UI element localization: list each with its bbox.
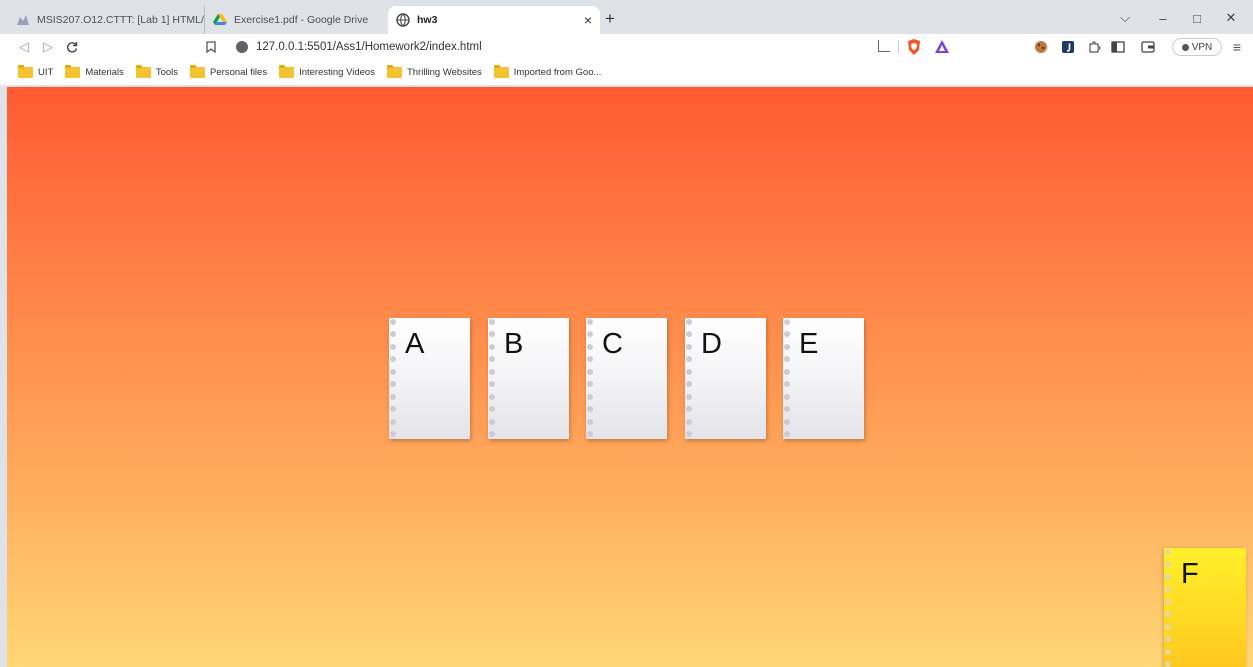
vpn-label: VPN xyxy=(1191,41,1213,53)
tab-lab1[interactable]: MSIS207.O12.CTTT: [Lab 1] HTML/CSS xyxy=(8,6,204,34)
brave-rewards-icon[interactable] xyxy=(934,39,950,55)
bookmark-label: Interesting Videos xyxy=(299,67,375,78)
puzzle-extensions-icon[interactable] xyxy=(1086,39,1102,55)
bookmark-icon[interactable] xyxy=(201,37,221,57)
card-letter: D xyxy=(701,328,722,360)
tab-exercise1[interactable]: Exercise1.pdf - Google Drive xyxy=(204,6,386,34)
bookmark-label: Materials xyxy=(85,67,124,78)
folder-icon xyxy=(190,65,206,78)
tab-search-icon[interactable]: ⌵ xyxy=(1112,8,1138,28)
tab-hw3[interactable]: hw3 × xyxy=(388,6,600,34)
bookmark-thrilling-websites[interactable]: Thrilling Websites xyxy=(386,65,482,78)
page-viewport: A B C D E F xyxy=(7,87,1253,667)
sidebar-icon[interactable] xyxy=(1110,39,1126,55)
card-letter: F xyxy=(1181,558,1199,590)
address-bar[interactable]: 127.0.0.1:5501/Ass1/Homework2/index.html xyxy=(228,36,960,58)
share-icon[interactable] xyxy=(878,40,890,52)
folder-icon xyxy=(493,65,509,78)
bookmark-imported[interactable]: Imported from Goo... xyxy=(493,65,602,78)
toolbar-divider xyxy=(898,40,899,54)
moodle-icon xyxy=(16,13,30,27)
google-drive-icon xyxy=(213,13,227,27)
card-letter: A xyxy=(405,328,425,360)
card-letter: E xyxy=(799,328,819,360)
card-letter: C xyxy=(602,328,623,360)
site-info-icon[interactable] xyxy=(236,41,248,53)
minimize-icon[interactable]: – xyxy=(1150,8,1176,28)
url-text: 127.0.0.1:5501/Ass1/Homework2/index.html xyxy=(256,41,482,53)
binder-holes xyxy=(587,318,593,439)
folder-icon xyxy=(279,65,295,78)
forward-icon[interactable]: ▷ xyxy=(38,37,58,57)
new-tab-button[interactable]: + xyxy=(599,8,621,30)
binder-holes xyxy=(686,318,692,439)
binder-holes xyxy=(1165,548,1171,667)
vpn-button[interactable]: VPN xyxy=(1172,38,1222,56)
json-extension-icon[interactable] xyxy=(1060,39,1076,55)
close-window-icon[interactable]: ✕ xyxy=(1218,8,1244,28)
bookmark-label: Tools xyxy=(155,67,179,78)
bookmark-tools[interactable]: Tools xyxy=(135,65,179,78)
globe-icon xyxy=(396,13,410,27)
back-icon[interactable]: ◁ xyxy=(14,37,34,57)
reload-icon[interactable] xyxy=(62,37,82,57)
binder-holes xyxy=(390,318,396,439)
card-c[interactable]: C xyxy=(586,318,667,439)
bookmark-label: UIT xyxy=(38,67,54,78)
bookmark-uit[interactable]: UIT xyxy=(18,65,54,78)
bookmark-personal-files[interactable]: Personal files xyxy=(190,65,268,78)
folder-icon xyxy=(65,65,81,78)
close-tab-icon[interactable]: × xyxy=(584,12,592,28)
bookmark-interesting-videos[interactable]: Interesting Videos xyxy=(279,65,375,78)
bookmark-label: Imported from Goo... xyxy=(513,67,602,78)
cookie-extension-icon[interactable] xyxy=(1033,39,1049,55)
folder-icon xyxy=(135,65,151,78)
card-d[interactable]: D xyxy=(685,318,766,439)
folder-icon xyxy=(18,65,33,78)
binder-holes xyxy=(784,318,790,439)
tab-strip: MSIS207.O12.CTTT: [Lab 1] HTML/CSS Exerc… xyxy=(0,0,1253,34)
card-e[interactable]: E xyxy=(783,318,864,439)
tab-title: MSIS207.O12.CTTT: [Lab 1] HTML/CSS xyxy=(37,14,204,26)
brave-shields-icon[interactable] xyxy=(906,38,922,56)
restore-icon[interactable]: □ xyxy=(1184,8,1210,28)
card-b[interactable]: B xyxy=(488,318,569,439)
card-a[interactable]: A xyxy=(389,318,470,439)
bookmark-label: Personal files xyxy=(210,67,268,78)
bookmark-materials[interactable]: Materials xyxy=(65,65,124,78)
tab-title: hw3 xyxy=(417,14,438,26)
vpn-status-icon xyxy=(1181,43,1189,51)
browser-toolbar: ◁ ▷ 127.0.0.1:5501/Ass1/Homework2/index.… xyxy=(0,34,1253,60)
card-f[interactable]: F xyxy=(1164,548,1246,667)
hamburger-menu-icon[interactable]: ≡ xyxy=(1228,38,1246,56)
binder-holes xyxy=(489,318,495,439)
bookmarks-bar: UIT Materials Tools Personal files Inter… xyxy=(0,60,1253,86)
bookmark-label: Thrilling Websites xyxy=(406,67,482,78)
tab-title: Exercise1.pdf - Google Drive xyxy=(234,14,369,26)
folder-icon xyxy=(386,65,402,78)
card-letter: B xyxy=(504,328,524,360)
wallet-icon[interactable] xyxy=(1140,39,1156,55)
